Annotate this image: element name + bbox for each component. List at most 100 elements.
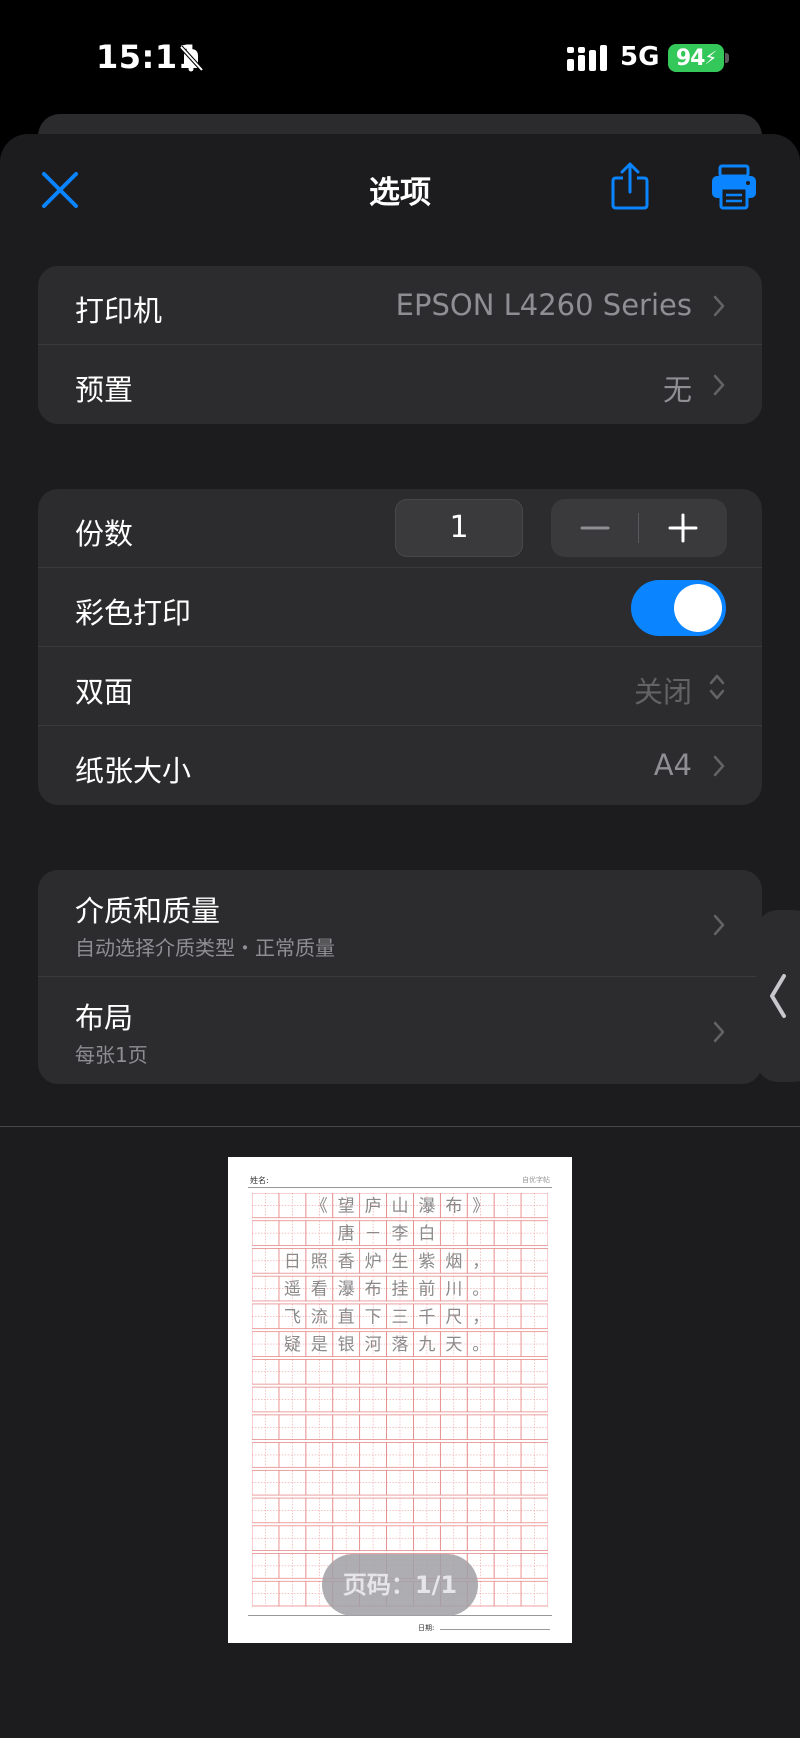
- share-icon[interactable]: [610, 162, 650, 210]
- copies-input[interactable]: 1: [395, 499, 523, 557]
- grid-character: 川: [445, 1280, 462, 1300]
- preview-name-label: 姓名:: [250, 1176, 269, 1185]
- layout-row[interactable]: 布局 每张1页: [38, 977, 762, 1084]
- grid-character: 是: [311, 1335, 328, 1355]
- battery-level: 94: [675, 45, 706, 71]
- grid-character: ，: [472, 1252, 489, 1272]
- media-quality-label: 介质和质量: [75, 894, 221, 928]
- grid-character: 三: [392, 1307, 409, 1327]
- charging-bolt-icon: ⚡: [704, 47, 717, 69]
- grid-character: 前: [418, 1280, 435, 1300]
- layout-subtitle: 每张1页: [75, 1043, 148, 1067]
- chevron-right-icon: [713, 755, 725, 777]
- grid-character: 九: [418, 1335, 435, 1355]
- side-panel-handle[interactable]: [756, 910, 800, 1082]
- increment-button[interactable]: [639, 499, 727, 557]
- grid-character: 炉: [365, 1252, 382, 1272]
- chevron-right-icon: [713, 374, 725, 396]
- duplex-label: 双面: [75, 675, 134, 709]
- paper-size-value: A4: [653, 748, 692, 782]
- grid-character: 流: [311, 1307, 328, 1327]
- grid-character: 直: [338, 1307, 355, 1327]
- grid-character: 挂: [392, 1280, 409, 1300]
- paper-size-row[interactable]: 纸张大小 A4: [38, 726, 762, 805]
- grid-character: 天: [445, 1335, 462, 1355]
- grid-character: 银: [338, 1335, 355, 1355]
- grid-character: 遥: [284, 1280, 301, 1300]
- grid-character: 布: [445, 1196, 462, 1216]
- grid-character: 照: [311, 1252, 328, 1272]
- grid-character: 生: [392, 1252, 409, 1272]
- grid-character: 《: [311, 1196, 328, 1216]
- grid-character: 唐: [338, 1223, 355, 1244]
- printer-icon[interactable]: [710, 164, 758, 210]
- chevron-right-icon: [713, 1021, 725, 1043]
- media-quality-subtitle: 自动选择介质类型・正常质量: [75, 936, 335, 960]
- media-layout-group: 介质和质量 自动选择介质类型・正常质量 布局 每张1页: [38, 870, 762, 1084]
- grid-character: 。: [472, 1280, 489, 1300]
- grid-character: 紫: [418, 1252, 435, 1272]
- grid-character: 香: [338, 1252, 355, 1272]
- grid-character: 》: [472, 1196, 489, 1216]
- chevron-up-down-icon: [709, 674, 725, 700]
- preview-date-label: 日期:: [418, 1624, 435, 1632]
- status-bar: 15:11 5G 94 ⚡: [0, 0, 800, 110]
- grid-character: 尺: [445, 1307, 462, 1327]
- preview-date-line: [440, 1629, 550, 1630]
- color-print-label: 彩色打印: [75, 596, 192, 630]
- preview-top-rule: [248, 1187, 552, 1188]
- grid-character: 看: [311, 1280, 328, 1300]
- copies-stepper: [551, 499, 727, 557]
- chevron-left-icon: [770, 974, 786, 1018]
- copies-row: 份数 1: [38, 489, 762, 568]
- grid-character: 千: [418, 1307, 435, 1327]
- grid-character: 河: [365, 1335, 382, 1355]
- signal-icon: [567, 45, 607, 71]
- grid-character: 疑: [284, 1335, 301, 1355]
- copies-label: 份数: [75, 517, 134, 551]
- decrement-button[interactable]: [551, 499, 639, 557]
- grid-character: 。: [472, 1335, 489, 1355]
- printer-value: EPSON L4260 Series: [395, 288, 692, 322]
- printer-row[interactable]: 打印机 EPSON L4260 Series: [38, 266, 762, 345]
- preview-divider: [0, 1126, 800, 1127]
- duplex-row[interactable]: 双面 关闭: [38, 647, 762, 726]
- toggle-knob: [674, 584, 722, 632]
- color-print-row: 彩色打印: [38, 568, 762, 647]
- printer-label: 打印机: [75, 294, 163, 328]
- grid-character: 日: [284, 1252, 301, 1272]
- bell-slash-icon: [179, 45, 204, 72]
- grid-character: 李: [392, 1224, 409, 1244]
- color-print-toggle[interactable]: [631, 580, 726, 636]
- grid-character: 山: [392, 1196, 409, 1216]
- nav-title: 选项: [369, 175, 431, 211]
- grid-character: 飞: [284, 1307, 301, 1327]
- layout-label: 布局: [75, 1001, 134, 1035]
- battery-tip: [725, 53, 729, 63]
- grid-character: ，: [472, 1307, 489, 1327]
- network-label: 5G: [620, 42, 660, 72]
- grid-character: 瀑: [338, 1280, 355, 1300]
- battery-indicator: 94 ⚡: [668, 44, 724, 72]
- preset-row[interactable]: 预置 无: [38, 345, 762, 424]
- grid-character: 望: [338, 1196, 355, 1216]
- practice-grid: 《望庐山瀑布》唐－李白日照香炉生紫烟，遥看瀑布挂前川。飞流直下三千尺，疑是银河落…: [252, 1193, 548, 1607]
- grid-character: 白: [418, 1224, 435, 1244]
- page-indicator: 页码：1/1: [322, 1554, 478, 1616]
- grid-character: 烟: [445, 1252, 462, 1272]
- grid-character: 落: [392, 1335, 409, 1355]
- print-options-group: 份数 1 彩色打印 双面 关闭 纸张大小 A4: [38, 489, 762, 805]
- duplex-value: 关闭: [633, 675, 692, 709]
- grid-character: 下: [365, 1307, 382, 1327]
- preset-label: 预置: [75, 373, 134, 407]
- chevron-right-icon: [713, 295, 725, 317]
- chevron-right-icon: [713, 914, 725, 936]
- paper-size-label: 纸张大小: [75, 754, 192, 788]
- grid-character: 庐: [365, 1196, 382, 1216]
- media-quality-row[interactable]: 介质和质量 自动选择介质类型・正常质量: [38, 870, 762, 977]
- grid-character: －: [365, 1224, 382, 1244]
- preset-value: 无: [662, 373, 692, 407]
- printer-group: 打印机 EPSON L4260 Series 预置 无: [38, 266, 762, 424]
- grid-character: 布: [365, 1280, 382, 1300]
- grid-character: 瀑: [418, 1196, 435, 1216]
